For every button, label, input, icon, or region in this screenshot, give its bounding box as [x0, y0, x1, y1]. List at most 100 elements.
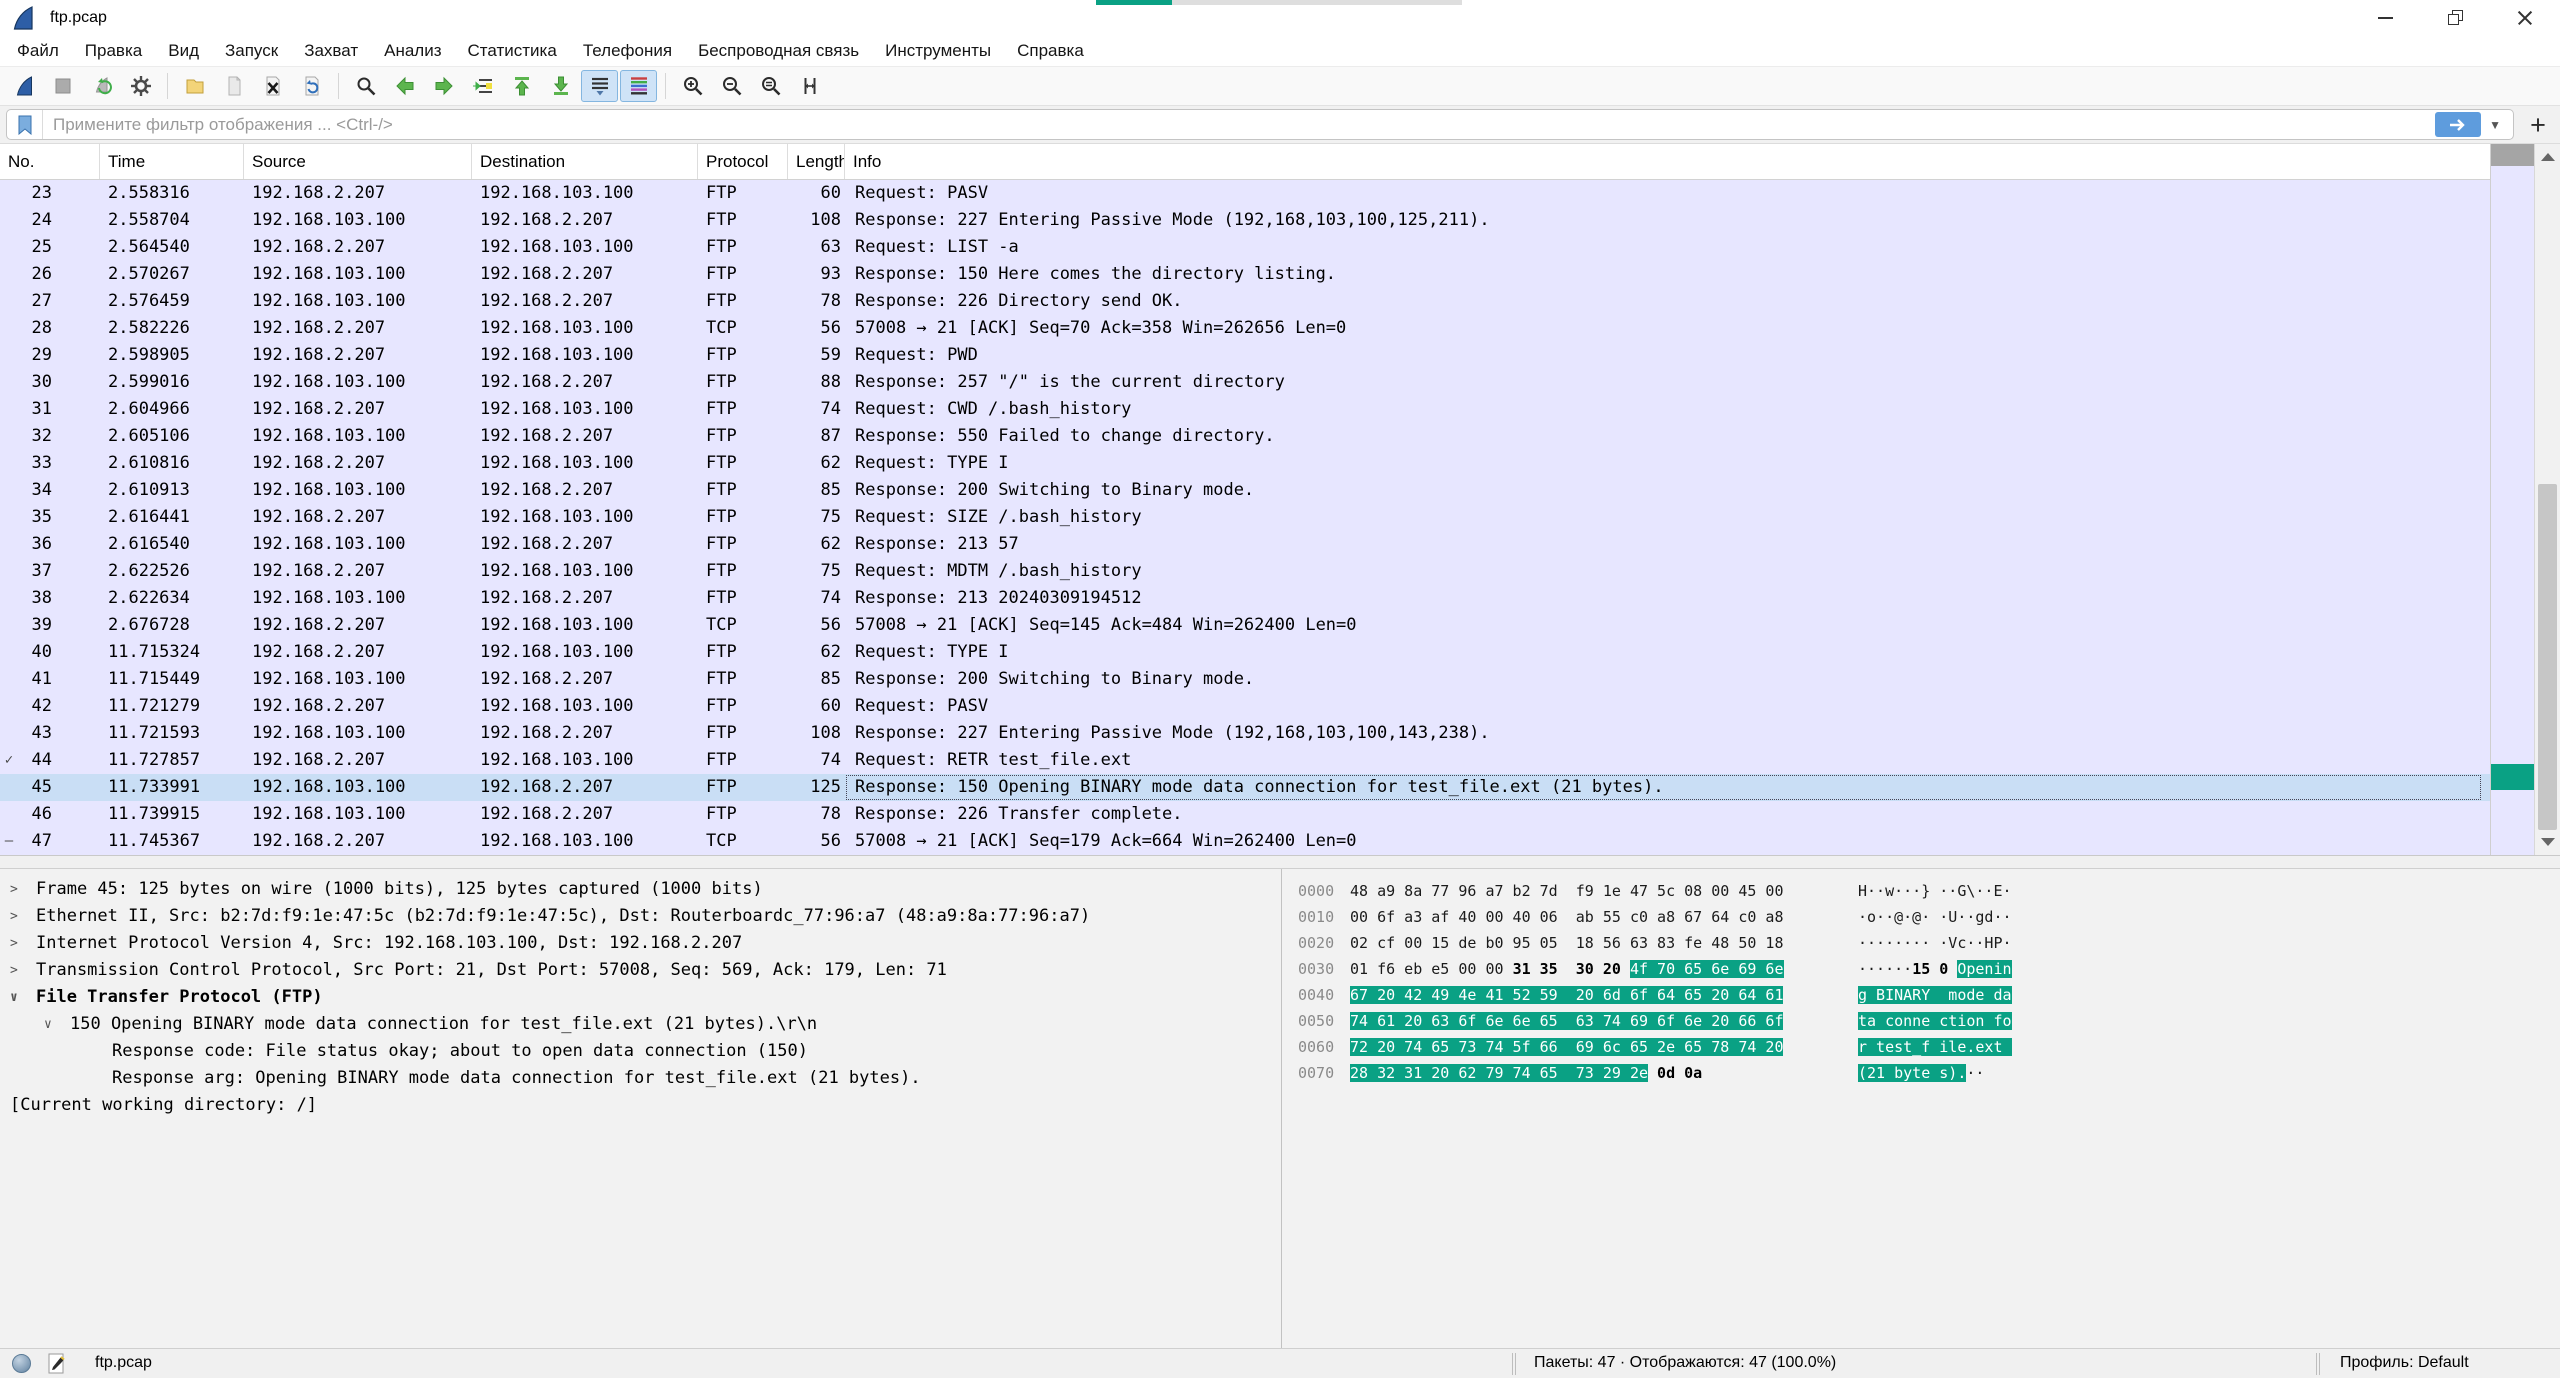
menu-item[interactable]: Телефония — [570, 37, 685, 65]
packet-row[interactable]: 312.604966192.168.2.207192.168.103.100FT… — [0, 396, 2560, 423]
detail-line[interactable]: Response code: File status okay; about t… — [0, 1038, 1281, 1065]
packet-row[interactable]: 302.599016192.168.103.100192.168.2.207FT… — [0, 369, 2560, 396]
packet-row[interactable]: 232.558316192.168.2.207192.168.103.100FT… — [0, 180, 2560, 207]
filter-apply-button[interactable] — [2435, 112, 2481, 137]
restart-capture-button[interactable] — [83, 70, 120, 102]
go-to-packet-button[interactable] — [464, 70, 501, 102]
scroll-up-icon[interactable] — [2541, 153, 2555, 161]
packet-row[interactable]: 342.610913192.168.103.100192.168.2.207FT… — [0, 477, 2560, 504]
close-button[interactable] — [2490, 0, 2560, 35]
go-first-packet-button[interactable] — [503, 70, 540, 102]
hex-row[interactable]: 005074 61 20 63 6f 6e 6e 65 63 74 69 6f … — [1298, 1008, 2560, 1034]
reload-file-button[interactable] — [293, 70, 330, 102]
menu-item[interactable]: Запуск — [212, 37, 291, 65]
packet-row[interactable]: 372.622526192.168.2.207192.168.103.100FT… — [0, 558, 2560, 585]
packet-row[interactable]: ✓4411.727857192.168.2.207192.168.103.100… — [0, 747, 2560, 774]
status-profile[interactable]: Профиль: Default — [2340, 1354, 2469, 1372]
hex-row[interactable]: 007028 32 31 20 62 79 74 65 73 29 2e 0d … — [1298, 1060, 2560, 1086]
column-header[interactable]: Info — [845, 144, 2560, 179]
go-last-packet-button[interactable] — [542, 70, 579, 102]
hex-row[interactable]: 006072 20 74 65 73 74 5f 66 69 6c 65 2e … — [1298, 1034, 2560, 1060]
detail-line[interactable]: [Current working directory: /] — [0, 1092, 1281, 1119]
scrollbar-thumb[interactable] — [2538, 484, 2557, 830]
restore-button[interactable] — [2420, 0, 2490, 35]
capture-options-button[interactable] — [122, 70, 159, 102]
packet-row[interactable]: 4011.715324192.168.2.207192.168.103.100F… — [0, 639, 2560, 666]
packet-row[interactable]: 352.616441192.168.2.207192.168.103.100FT… — [0, 504, 2560, 531]
menu-item[interactable]: Справка — [1004, 37, 1097, 65]
packet-row[interactable]: –4711.745367192.168.2.207192.168.103.100… — [0, 828, 2560, 855]
hex-row[interactable]: 002002 cf 00 15 de b0 95 05 18 56 63 83 … — [1298, 930, 2560, 956]
collapsed-chevron-icon[interactable]: > — [10, 876, 36, 903]
find-packet-button[interactable] — [347, 70, 384, 102]
hex-row[interactable]: 004067 20 42 49 4e 41 52 59 20 6d 6f 64 … — [1298, 982, 2560, 1008]
minimize-button[interactable] — [2350, 0, 2420, 35]
packet-row[interactable]: 252.564540192.168.2.207192.168.103.100FT… — [0, 234, 2560, 261]
detail-line[interactable]: >Internet Protocol Version 4, Src: 192.1… — [0, 930, 1281, 957]
zoom-in-button[interactable] — [674, 70, 711, 102]
column-header[interactable]: No. — [0, 144, 100, 179]
packet-list-scrollbar[interactable] — [2534, 144, 2560, 855]
packet-row[interactable]: 4611.739915192.168.103.100192.168.2.207F… — [0, 801, 2560, 828]
packet-minimap[interactable] — [2490, 144, 2534, 855]
expanded-chevron-icon[interactable]: ∨ — [44, 1011, 70, 1038]
packet-row[interactable]: 392.676728192.168.2.207192.168.103.100TC… — [0, 612, 2560, 639]
hex-row[interactable]: 001000 6f a3 af 40 00 40 06 ab 55 c0 a8 … — [1298, 904, 2560, 930]
pane-splitter[interactable] — [0, 855, 2560, 868]
menu-item[interactable]: Вид — [155, 37, 212, 65]
resize-columns-button[interactable] — [791, 70, 828, 102]
detail-line[interactable]: ∨File Transfer Protocol (FTP) — [0, 984, 1281, 1011]
menu-item[interactable]: Правка — [72, 37, 155, 65]
packet-row[interactable]: 262.570267192.168.103.100192.168.2.207FT… — [0, 261, 2560, 288]
packet-row[interactable]: 4111.715449192.168.103.100192.168.2.207F… — [0, 666, 2560, 693]
zoom-reset-button[interactable] — [752, 70, 789, 102]
filter-add-button[interactable]: + — [2524, 111, 2552, 139]
open-file-button[interactable] — [176, 70, 213, 102]
packet-row[interactable]: 242.558704192.168.103.100192.168.2.207FT… — [0, 207, 2560, 234]
column-header[interactable]: Destination — [472, 144, 698, 179]
menu-item[interactable]: Статистика — [455, 37, 570, 65]
go-back-button[interactable] — [386, 70, 423, 102]
auto-scroll-toggle[interactable] — [581, 70, 618, 102]
stop-capture-button[interactable] — [44, 70, 81, 102]
packet-row[interactable]: 332.610816192.168.2.207192.168.103.100FT… — [0, 450, 2560, 477]
filter-dropdown-chevron-icon[interactable]: ▼ — [2489, 118, 2501, 132]
packet-row[interactable]: 382.622634192.168.103.100192.168.2.207FT… — [0, 585, 2560, 612]
colorize-toggle[interactable] — [620, 70, 657, 102]
packet-row[interactable]: 4511.733991192.168.103.100192.168.2.207F… — [0, 774, 2560, 801]
packet-row[interactable]: 272.576459192.168.103.100192.168.2.207FT… — [0, 288, 2560, 315]
capture-comment-icon[interactable] — [48, 1353, 66, 1374]
collapsed-chevron-icon[interactable]: > — [10, 903, 36, 930]
detail-line[interactable]: ∨150 Opening BINARY mode data connection… — [0, 1011, 1281, 1038]
collapsed-chevron-icon[interactable]: > — [10, 930, 36, 957]
go-forward-button[interactable] — [425, 70, 462, 102]
hex-row[interactable]: 000048 a9 8a 77 96 a7 b2 7d f9 1e 47 5c … — [1298, 878, 2560, 904]
packet-row[interactable]: 4311.721593192.168.103.100192.168.2.207F… — [0, 720, 2560, 747]
detail-line[interactable]: Response arg: Opening BINARY mode data c… — [0, 1065, 1281, 1092]
expanded-chevron-icon[interactable]: ∨ — [10, 984, 36, 1011]
menu-item[interactable]: Захват — [291, 37, 371, 65]
menu-item[interactable]: Беспроводная связь — [685, 37, 872, 65]
zoom-out-button[interactable] — [713, 70, 750, 102]
display-filter-input[interactable]: Примените фильтр отображения ... <Ctrl-/… — [6, 109, 2514, 140]
menu-item[interactable]: Файл — [4, 37, 72, 65]
filter-bookmark-icon[interactable] — [7, 110, 43, 139]
save-file-button[interactable] — [215, 70, 252, 102]
collapsed-chevron-icon[interactable]: > — [10, 957, 36, 984]
column-header[interactable]: Source — [244, 144, 472, 179]
menu-item[interactable]: Анализ — [371, 37, 454, 65]
packet-row[interactable]: 282.582226192.168.2.207192.168.103.100TC… — [0, 315, 2560, 342]
detail-line[interactable]: >Frame 45: 125 bytes on wire (1000 bits)… — [0, 876, 1281, 903]
column-header[interactable]: Protocol — [698, 144, 788, 179]
packet-row[interactable]: 322.605106192.168.103.100192.168.2.207FT… — [0, 423, 2560, 450]
packet-row[interactable]: 362.616540192.168.103.100192.168.2.207FT… — [0, 531, 2560, 558]
detail-line[interactable]: >Transmission Control Protocol, Src Port… — [0, 957, 1281, 984]
expert-info-icon[interactable] — [12, 1354, 31, 1373]
column-header[interactable]: Time — [100, 144, 244, 179]
packet-row[interactable]: 292.598905192.168.2.207192.168.103.100FT… — [0, 342, 2560, 369]
close-file-button[interactable] — [254, 70, 291, 102]
menu-item[interactable]: Инструменты — [872, 37, 1004, 65]
packet-row[interactable]: 4211.721279192.168.2.207192.168.103.100F… — [0, 693, 2560, 720]
start-capture-button[interactable] — [5, 70, 42, 102]
detail-line[interactable]: >Ethernet II, Src: b2:7d:f9:1e:47:5c (b2… — [0, 903, 1281, 930]
